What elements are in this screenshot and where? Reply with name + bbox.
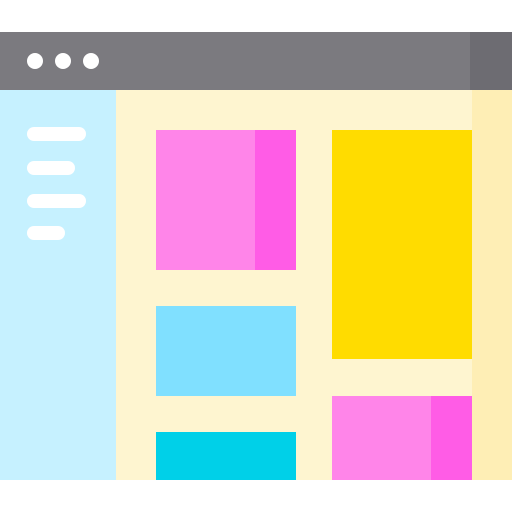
title-bar-end [470, 32, 512, 90]
sidebar-menu-line-4[interactable] [27, 226, 65, 240]
light-blue-card[interactable] [156, 306, 296, 396]
window-dot-icon-2[interactable] [55, 53, 71, 69]
scroll-strip[interactable] [472, 90, 512, 480]
cyan-card[interactable] [156, 432, 296, 480]
window-dot-icon-1[interactable] [27, 53, 43, 69]
sidebar-menu-line-3[interactable] [27, 194, 86, 208]
sidebar [0, 90, 116, 480]
pink-card-2[interactable] [332, 396, 431, 480]
sidebar-menu-line-2[interactable] [27, 161, 75, 175]
pink-card-2-shade [431, 396, 472, 480]
yellow-card[interactable] [332, 130, 472, 359]
pink-card-shade [255, 130, 296, 270]
pink-card[interactable] [156, 130, 255, 270]
sidebar-menu-line-1[interactable] [27, 127, 86, 141]
window-dot-icon-3[interactable] [83, 53, 99, 69]
